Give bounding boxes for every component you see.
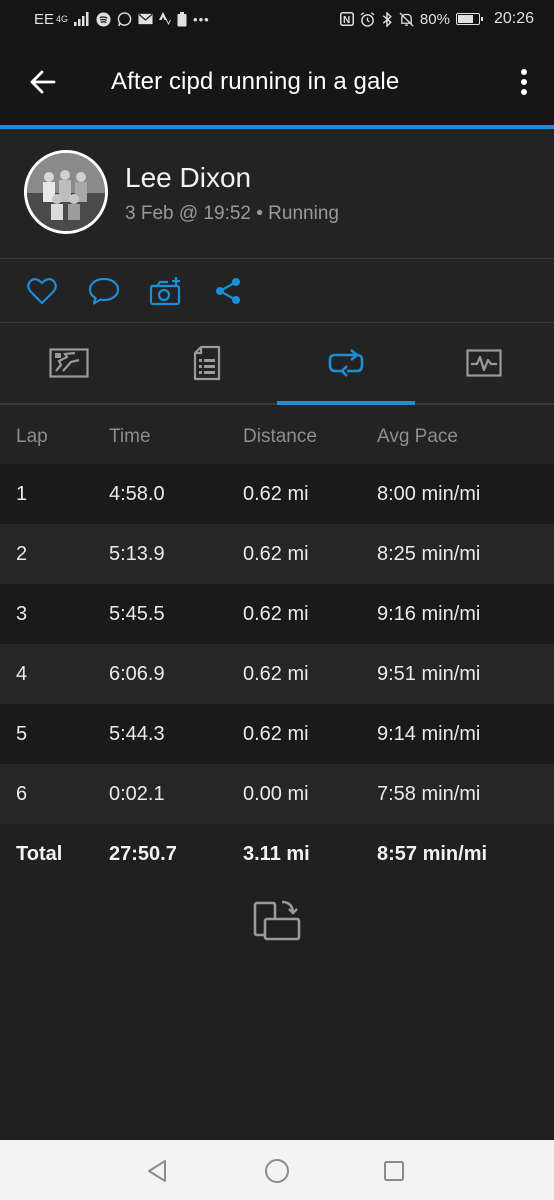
laps-tab-icon bbox=[328, 349, 364, 377]
recents-square-icon bbox=[384, 1161, 404, 1181]
bluetooth-icon bbox=[382, 11, 392, 27]
lap-number: 4 bbox=[16, 663, 28, 685]
user-name[interactable]: Lee Dixon bbox=[125, 162, 251, 194]
share-button[interactable] bbox=[210, 273, 246, 309]
lap-distance: 0.62 mi bbox=[243, 663, 309, 685]
nav-home-button[interactable] bbox=[260, 1154, 294, 1188]
carrier-label: EE bbox=[34, 10, 55, 28]
lap-time: 5:44.3 bbox=[109, 723, 165, 745]
lap-number: 2 bbox=[16, 543, 28, 565]
alarm-icon bbox=[360, 11, 375, 27]
whatsapp-icon bbox=[117, 11, 132, 26]
activity-meta: 3 Feb @ 19:52 • Running bbox=[125, 203, 339, 224]
total-label: Total bbox=[16, 843, 63, 865]
avatar-photo bbox=[27, 153, 105, 231]
lap-number: 1 bbox=[16, 483, 28, 505]
page-title: After cipd running in a gale bbox=[111, 67, 400, 95]
heart-icon bbox=[27, 278, 57, 305]
status-bar-right: N 80% 20:26 bbox=[339, 10, 534, 28]
status-bar-left: EE 4G ••• bbox=[34, 11, 210, 28]
tab-charts[interactable] bbox=[415, 323, 553, 403]
spotify-icon bbox=[96, 11, 111, 27]
lap-number: 5 bbox=[16, 723, 28, 745]
tab-details[interactable] bbox=[138, 323, 276, 403]
nav-back-button[interactable] bbox=[140, 1154, 174, 1188]
total-distance: 3.11 mi bbox=[243, 843, 310, 865]
home-circle-icon bbox=[265, 1159, 289, 1183]
lap-time: 0:02.1 bbox=[109, 783, 165, 805]
details-tab-icon bbox=[193, 345, 221, 381]
lap-time: 5:45.5 bbox=[109, 603, 165, 625]
lap-pace: 9:16 min/mi bbox=[377, 603, 481, 625]
lap-time: 4:58.0 bbox=[109, 483, 165, 505]
overflow-menu-button[interactable] bbox=[512, 60, 536, 104]
table-row: 6 0:02.1 0.00 mi 7:58 min/mi bbox=[0, 764, 554, 824]
lap-number: 6 bbox=[16, 783, 28, 805]
battery-icon bbox=[455, 13, 483, 25]
header-avg-pace: Avg Pace bbox=[377, 426, 458, 447]
more-vertical-icon bbox=[521, 69, 527, 95]
battery-saver-icon bbox=[177, 11, 187, 26]
lap-distance: 0.62 mi bbox=[243, 543, 309, 565]
rotate-screen-button[interactable] bbox=[251, 896, 303, 944]
table-row: 4 6:06.9 0.62 mi 9:51 min/mi bbox=[0, 644, 554, 704]
laps-table-header: Lap Time Distance Avg Pace bbox=[0, 405, 554, 464]
table-row: 1 4:58.0 0.62 mi 8:00 min/mi bbox=[0, 464, 554, 524]
lap-pace: 8:25 min/mi bbox=[377, 543, 481, 565]
action-row bbox=[0, 259, 554, 323]
lap-distance: 0.00 mi bbox=[243, 783, 309, 805]
map-tab-icon bbox=[49, 348, 89, 378]
network-label: 4G bbox=[56, 13, 69, 24]
share-icon bbox=[216, 278, 240, 304]
system-nav-bar bbox=[0, 1140, 554, 1200]
mail-icon bbox=[138, 13, 153, 25]
total-time: 27:50.7 bbox=[109, 843, 177, 865]
lap-time: 5:13.9 bbox=[109, 543, 165, 565]
back-triangle-icon bbox=[148, 1160, 166, 1182]
table-row: 5 5:44.3 0.62 mi 9:14 min/mi bbox=[0, 704, 554, 764]
lap-pace: 9:51 min/mi bbox=[377, 663, 481, 685]
lap-pace: 9:14 min/mi bbox=[377, 723, 481, 745]
total-row: Total 27:50.7 3.11 mi 8:57 min/mi bbox=[0, 824, 554, 884]
activity-tabs bbox=[0, 323, 554, 405]
lap-time: 6:06.9 bbox=[109, 663, 165, 685]
nav-recents-button[interactable] bbox=[377, 1154, 411, 1188]
add-photo-button[interactable] bbox=[148, 273, 184, 309]
charts-tab-icon bbox=[466, 349, 502, 377]
nfc-icon: N bbox=[339, 12, 354, 26]
lap-pace: 7:58 min/mi bbox=[377, 783, 481, 805]
table-row: 2 5:13.9 0.62 mi 8:25 min/mi bbox=[0, 524, 554, 584]
battery-percent: 80% bbox=[419, 10, 450, 28]
total-pace: 8:57 min/mi bbox=[377, 843, 488, 865]
status-time: 20:26 bbox=[493, 10, 534, 27]
lap-pace: 8:00 min/mi bbox=[377, 483, 481, 505]
tab-map[interactable] bbox=[0, 323, 138, 403]
back-button[interactable] bbox=[21, 60, 65, 104]
more-dots-icon: ••• bbox=[193, 11, 210, 27]
lap-distance: 0.62 mi bbox=[243, 723, 309, 745]
app-bar: After cipd running in a gale bbox=[0, 38, 554, 125]
add-photo-icon bbox=[149, 277, 181, 306]
avatar[interactable] bbox=[24, 150, 108, 234]
lap-number: 3 bbox=[16, 603, 28, 625]
svg-text:N: N bbox=[343, 15, 350, 26]
header-distance: Distance bbox=[243, 426, 317, 447]
table-row: 3 5:45.5 0.62 mi 9:16 min/mi bbox=[0, 584, 554, 644]
arrow-left-icon bbox=[30, 70, 56, 93]
battery-level bbox=[457, 15, 474, 23]
comment-button[interactable] bbox=[86, 273, 122, 309]
comment-icon bbox=[88, 277, 120, 305]
header-time: Time bbox=[109, 426, 151, 447]
signal-icon bbox=[74, 12, 89, 26]
rotate-screen-icon bbox=[253, 900, 301, 941]
like-button[interactable] bbox=[24, 273, 60, 309]
status-bar: EE 4G ••• N 80% 20:26 bbox=[0, 0, 554, 38]
lap-distance: 0.62 mi bbox=[243, 603, 309, 625]
strava-icon bbox=[159, 12, 172, 25]
mute-icon bbox=[399, 11, 414, 27]
tab-laps[interactable] bbox=[277, 323, 415, 405]
header-lap: Lap bbox=[16, 426, 48, 447]
lap-distance: 0.62 mi bbox=[243, 483, 309, 505]
activity-header: Lee Dixon 3 Feb @ 19:52 • Running bbox=[0, 129, 554, 259]
